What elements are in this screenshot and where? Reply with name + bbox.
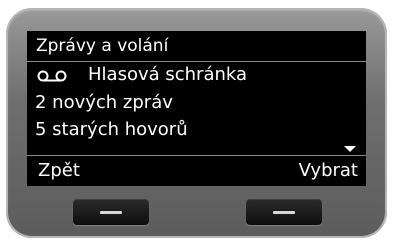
display-screen: Zprávy a volání Hlasová schránka 2 novýc… — [27, 31, 366, 186]
screen-header: Zprávy a volání — [27, 31, 366, 62]
scroll-down-icon — [344, 146, 356, 152]
softkey-right-label: Vybrat — [298, 160, 358, 181]
menu-item-label: 5 starých hovorů — [35, 119, 188, 140]
softkey-bar: Zpět Vybrat — [27, 155, 366, 187]
menu-item-label: 2 nových zpráv — [35, 92, 173, 113]
left-softkey-button[interactable] — [73, 199, 149, 225]
softkey-bar-icon — [273, 211, 295, 214]
screen-title: Zprávy a volání — [36, 36, 169, 56]
softkey-bar-icon — [100, 211, 122, 214]
menu-item-new-messages[interactable]: 2 nových zpráv — [27, 90, 366, 115]
menu-item-old-calls[interactable]: 5 starých hovorů — [27, 117, 366, 142]
menu-item-label: Hlasová schránka — [88, 64, 248, 85]
softkey-left-label: Zpět — [38, 160, 80, 181]
right-softkey-button[interactable] — [246, 199, 322, 225]
menu-item-voicemail[interactable]: Hlasová schránka — [27, 62, 366, 87]
voicemail-icon — [37, 70, 67, 82]
